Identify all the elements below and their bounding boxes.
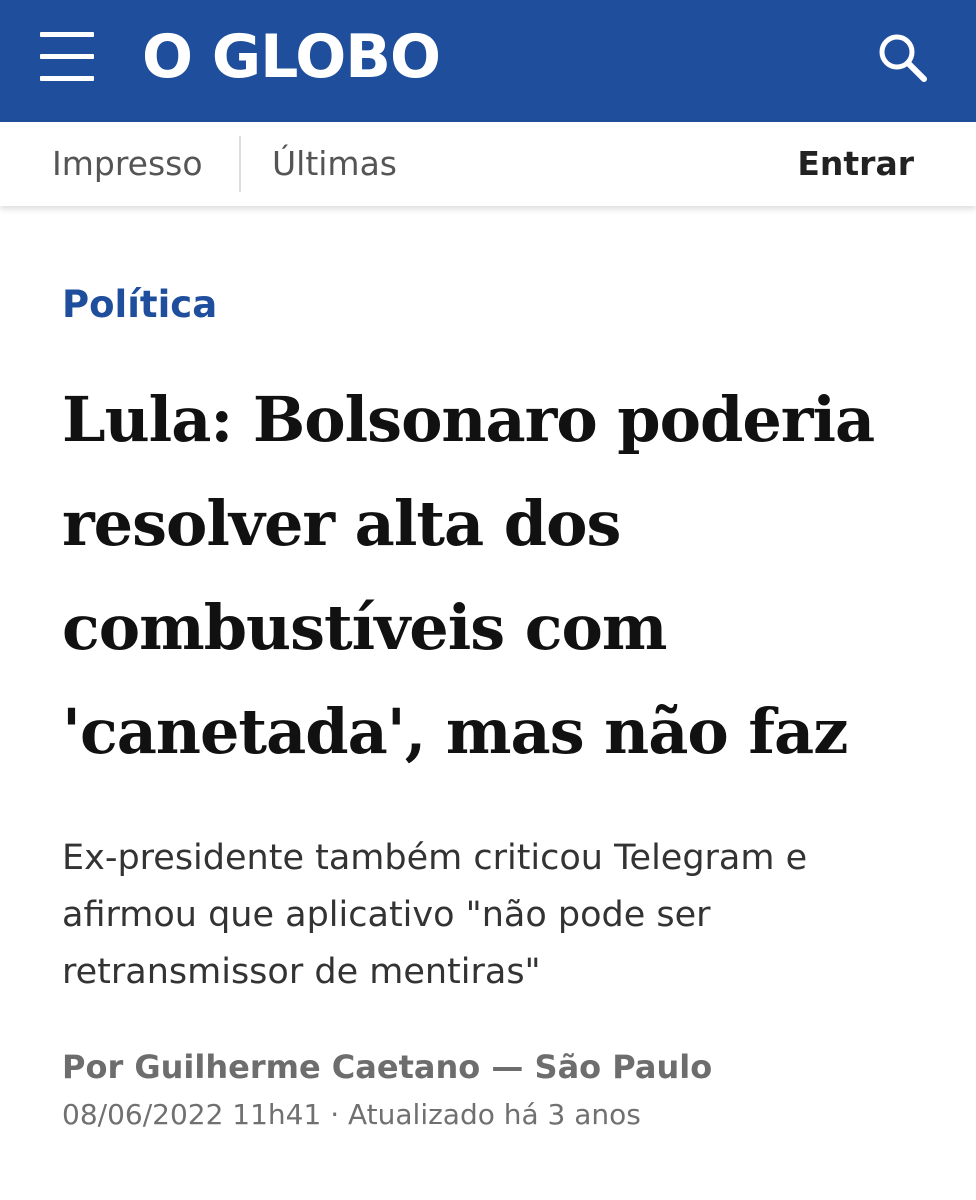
search-icon-graphic — [879, 34, 927, 82]
secondary-nav: Impresso Últimas Entrar — [0, 122, 976, 206]
article-subtitle: Ex-presidente também criticou Telegram e… — [62, 838, 808, 992]
top-header-bar: O GLOBO — [0, 0, 976, 122]
nav-link-ultimas[interactable]: Últimas — [272, 142, 397, 186]
menu-line — [40, 76, 94, 81]
menu-line — [40, 32, 94, 37]
login-link[interactable]: Entrar — [797, 142, 914, 186]
nav-link-impresso[interactable]: Impresso — [52, 142, 203, 186]
article-byline: Por Guilherme Caetano — São Paulo — [62, 1048, 713, 1086]
hamburger-menu-icon[interactable] — [40, 30, 96, 84]
search-icon[interactable] — [874, 30, 932, 86]
article-dateline: 08/06/2022 11h41 · Atualizado há 3 anos — [62, 1098, 641, 1131]
nav-divider — [239, 136, 241, 192]
o-globo-logo[interactable]: O GLOBO — [142, 24, 441, 90]
menu-line — [40, 54, 94, 59]
section-label[interactable]: Política — [62, 282, 217, 328]
article-headline: Lula: Bolsonaro poderia resolver alta do… — [62, 383, 875, 768]
